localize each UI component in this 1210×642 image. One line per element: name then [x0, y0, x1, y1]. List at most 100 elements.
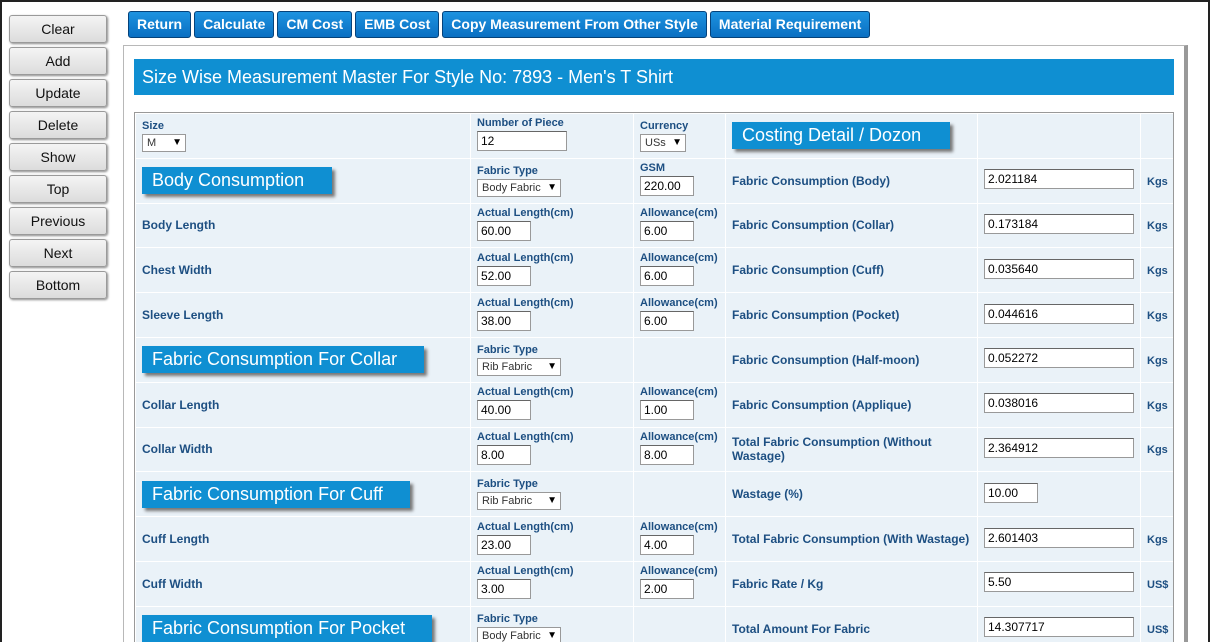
actual-length-input[interactable]: 52.00 [477, 265, 531, 286]
previous-button[interactable]: Previous [9, 207, 107, 235]
section-row: Fabric Consumption For Cuff Fabric Type Ri… [135, 471, 1173, 518]
allowance-label: Allowance(cm) [640, 206, 718, 219]
calculate-button[interactable]: Calculate [194, 11, 275, 38]
add-button[interactable]: Add [9, 47, 107, 75]
measurement-label-cell: Body Length [135, 202, 471, 249]
allowance-label: Allowance(cm) [640, 296, 718, 309]
fabric-type-select[interactable]: Rib Fabric ▼ [477, 357, 561, 376]
chevron-down-icon: ▼ [547, 181, 557, 193]
top-button[interactable]: Top [9, 175, 107, 203]
actual-length-cell: Actual Length(cm) 8.00 [470, 426, 634, 473]
currency-value: USs [645, 136, 666, 149]
size-select[interactable]: M ▼ [142, 133, 186, 152]
measurement-label: Chest Width [142, 263, 212, 278]
allowance-label: Allowance(cm) [640, 251, 718, 264]
cost-label: Total Amount For Fabric [732, 621, 870, 636]
fabric-type-label: Fabric Type [477, 612, 538, 625]
actual-length-input[interactable]: 8.00 [477, 444, 531, 465]
allowance-input[interactable]: 6.00 [640, 220, 694, 241]
costing-title: Costing Detail / Dozon [732, 122, 950, 150]
cost-value-input[interactable]: 2.601403 [984, 527, 1134, 548]
cost-label-cell: Fabric Consumption (Pocket) [725, 292, 978, 338]
cost-value-cell: 0.044616 [977, 292, 1141, 338]
cost-label: Total Fabric Consumption (With Wastage) [732, 532, 970, 547]
return-button[interactable]: Return [128, 11, 192, 38]
size-label: Size [142, 119, 165, 132]
cost-value-input[interactable]: 0.035640 [984, 258, 1134, 279]
copy-measurement-button[interactable]: Copy Measurement From Other Style [442, 11, 707, 38]
allowance-input[interactable]: 1.00 [640, 400, 694, 421]
pieces-label: Number of Piece [477, 117, 564, 130]
actual-length-input[interactable]: 40.00 [477, 400, 531, 421]
cm-cost-button[interactable]: CM Cost [277, 11, 353, 38]
cost-value-input[interactable]: 10.00 [984, 482, 1038, 503]
cost-label-cell: Total Amount For Fabric [725, 605, 978, 642]
cost-value-input[interactable]: 0.173184 [984, 213, 1134, 234]
actual-length-input[interactable]: 3.00 [477, 579, 531, 600]
allowance-label: Allowance(cm) [640, 386, 718, 399]
emb-cost-button[interactable]: EMB Cost [355, 11, 440, 38]
clear-button[interactable]: Clear [9, 15, 107, 43]
allowance-cell: Allowance(cm) 4.00 [633, 516, 726, 562]
unit-cell: US$ [1140, 560, 1173, 607]
cost-value-input[interactable]: 2.364912 [984, 437, 1134, 458]
cost-value-input[interactable]: 0.038016 [984, 393, 1134, 414]
fabric-type-select[interactable]: Rib Fabric ▼ [477, 492, 561, 511]
allowance-label: Allowance(cm) [640, 565, 718, 578]
pieces-input[interactable]: 12 [477, 131, 567, 152]
delete-button[interactable]: Delete [9, 111, 107, 139]
unit-cell: Kgs [1140, 157, 1173, 204]
actual-length-cell: Actual Length(cm) 60.00 [470, 202, 634, 249]
fabric-type-value: Body Fabric [482, 181, 541, 194]
measurement-label: Body Length [142, 218, 216, 233]
material-requirement-button[interactable]: Material Requirement [709, 11, 871, 38]
cost-value-cell: 5.50 [977, 560, 1141, 607]
cost-value-input[interactable]: 14.307717 [984, 617, 1134, 638]
update-button[interactable]: Update [9, 79, 107, 107]
gsm-input[interactable]: 220.00 [640, 176, 694, 197]
measurement-label: Collar Width [142, 442, 213, 457]
cost-label-cell: Fabric Rate / Kg [725, 560, 978, 607]
show-button[interactable]: Show [9, 143, 107, 171]
actual-length-label: Actual Length(cm) [477, 565, 574, 578]
section-row: Fabric Consumption For Pocket Fabric Type… [135, 605, 1173, 642]
fabric-type-select[interactable]: Body Fabric ▼ [477, 178, 561, 197]
cost-value-input[interactable]: 2.021184 [984, 169, 1134, 190]
measurement-label-cell: Cuff Width [135, 560, 471, 607]
actual-length-input[interactable]: 60.00 [477, 220, 531, 241]
actual-length-input[interactable]: 38.00 [477, 310, 531, 331]
measurement-row: Body Length Actual Length(cm) 60.00 Allowan… [135, 202, 1173, 249]
allowance-input[interactable]: 6.00 [640, 310, 694, 331]
next-button[interactable]: Next [9, 239, 107, 267]
page-title: Size Wise Measurement Master For Style N… [134, 59, 1174, 95]
allowance-input[interactable]: 2.00 [640, 579, 694, 600]
allowance-input[interactable]: 8.00 [640, 444, 694, 465]
actual-length-input[interactable]: 23.00 [477, 534, 531, 555]
empty-cell [1140, 113, 1173, 159]
sidebar: Clear Add Update Delete Show Top Previou… [9, 15, 109, 303]
currency-select[interactable]: USs ▼ [640, 133, 686, 152]
allowance-cell: Allowance(cm) 8.00 [633, 426, 726, 473]
allowance-input[interactable]: 6.00 [640, 265, 694, 286]
cost-label: Fabric Consumption (Pocket) [732, 308, 900, 323]
cost-label-cell: Total Fabric Consumption (Without Wastag… [725, 426, 978, 473]
top-toolbar: Return Calculate CM Cost EMB Cost Copy M… [128, 11, 871, 38]
allowance-label: Allowance(cm) [640, 430, 718, 443]
cost-value-input[interactable]: 5.50 [984, 572, 1134, 593]
cost-label-cell: Wastage (%) [725, 471, 978, 518]
chevron-down-icon: ▼ [547, 360, 557, 372]
actual-length-label: Actual Length(cm) [477, 386, 574, 399]
fabric-type-label: Fabric Type [477, 478, 538, 491]
unit-label: Kgs [1147, 399, 1168, 412]
allowance-input[interactable]: 4.00 [640, 534, 694, 555]
bottom-button[interactable]: Bottom [9, 271, 107, 299]
unit-label: US$ [1147, 623, 1169, 636]
cost-value-input[interactable]: 0.052272 [984, 348, 1134, 369]
fabric-type-select[interactable]: Body Fabric ▼ [477, 626, 561, 642]
measurement-label-cell: Chest Width [135, 247, 471, 294]
cost-value-input[interactable]: 0.044616 [984, 303, 1134, 324]
section-title: Fabric Consumption For Cuff [142, 480, 410, 508]
actual-length-label: Actual Length(cm) [477, 430, 574, 443]
unit-cell: Kgs [1140, 247, 1173, 294]
cost-label: Fabric Consumption (Applique) [732, 397, 912, 412]
